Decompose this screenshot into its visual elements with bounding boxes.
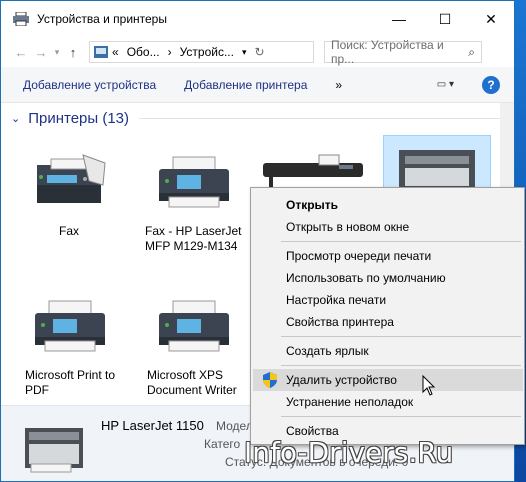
menu-item-create-shortcut[interactable]: Создать ярлык: [253, 340, 523, 362]
search-icon: ⌕: [468, 44, 475, 59]
context-menu: Открыть Открыть в новом окне Просмотр оч…: [250, 187, 525, 445]
add-printer-button[interactable]: Добавление принтера: [184, 78, 307, 92]
search-input[interactable]: Поиск: Устройства и пр... ⌕: [324, 38, 482, 66]
printer-icon: [159, 300, 229, 352]
maximize-button[interactable]: ☐: [422, 1, 468, 37]
watermark-text: Info-Drivers.Ru: [244, 436, 454, 469]
section-divider: [139, 117, 514, 119]
close-button[interactable]: ✕: [468, 1, 514, 37]
menu-item-troubleshoot[interactable]: Устранение неполадок: [253, 391, 523, 413]
details-device-name: HP LaserJet 1150: [101, 418, 204, 433]
printers-section-header[interactable]: ⌄ Принтеры (13): [1, 103, 514, 133]
help-icon[interactable]: ?: [482, 76, 500, 94]
printer-icon: [399, 150, 475, 190]
menu-separator: [281, 365, 521, 366]
device-label: Fax: [58, 224, 79, 238]
fax-machine-icon: [37, 154, 106, 203]
address-box[interactable]: « Обо... › Устройс... ▾ ↻: [89, 41, 314, 63]
minimize-button[interactable]: —: [376, 1, 422, 37]
device-xps-writer[interactable]: Microsoft XPS Document Writer: [139, 289, 247, 398]
menu-separator: [281, 416, 521, 417]
menu-item-remove-device[interactable]: Удалить устройство: [253, 369, 523, 391]
details-category-label: Катего: [204, 437, 241, 451]
search-placeholder: Поиск: Устройства и пр...: [331, 38, 444, 66]
menu-item-view-queue[interactable]: Просмотр очереди печати: [253, 245, 523, 267]
menu-separator: [281, 336, 521, 337]
menu-item-open[interactable]: Открыть: [253, 194, 523, 216]
device-label: Fax - HP LaserJet MFP M129-M134: [145, 224, 242, 253]
uac-shield-icon: [263, 372, 277, 388]
back-arrow-icon[interactable]: ←: [11, 42, 31, 62]
menu-item-printer-properties[interactable]: Свойства принтера: [253, 311, 523, 333]
menu-item-set-default[interactable]: Использовать по умолчанию: [253, 267, 523, 289]
address-dropdown-icon[interactable]: ▾: [242, 47, 247, 58]
device-label: Microsoft Print to PDF: [25, 368, 116, 397]
breadcrumb-segment-2[interactable]: Устройс...: [180, 45, 234, 59]
printer-icon: [35, 300, 105, 352]
title-bar: Устройства и принтеры — ☐ ✕: [1, 1, 514, 37]
printer-icon: [159, 156, 229, 208]
printers-section-title: Принтеры (13): [28, 109, 130, 127]
device-fax[interactable]: Fax: [15, 135, 123, 239]
selected-printer-icon: [25, 428, 83, 473]
device-print-to-pdf[interactable]: Microsoft Print to PDF: [15, 289, 123, 398]
breadcrumb-separator-icon: ›: [167, 45, 172, 59]
printer-app-icon: [13, 12, 29, 26]
window-title: Устройства и принтеры: [37, 12, 167, 26]
recent-chevron-icon[interactable]: ▾: [51, 42, 63, 62]
control-panel-icon: [94, 46, 108, 58]
view-options-icon[interactable]: ▭ ▾: [437, 79, 454, 90]
up-arrow-icon[interactable]: ↑: [63, 42, 83, 62]
refresh-icon[interactable]: ↻: [254, 45, 264, 59]
forward-arrow-icon[interactable]: →: [31, 42, 51, 62]
device-hp-laserjet-selected[interactable]: [383, 135, 491, 191]
menu-separator: [281, 241, 521, 242]
add-device-button[interactable]: Добавление устройства: [23, 78, 156, 92]
mouse-cursor-icon: [422, 375, 436, 396]
address-bar-row: ← → ▾ ↑ « Обо... › Устройс... ▾ ↻ Поиск:…: [1, 37, 514, 67]
more-commands-chevron[interactable]: »: [335, 78, 342, 92]
menu-item-label: Удалить устройство: [286, 373, 397, 387]
plotter-printer-icon: [263, 154, 363, 191]
menu-item-open-new-window[interactable]: Открыть в новом окне: [253, 216, 523, 238]
command-bar: Добавление устройства Добавление принтер…: [1, 67, 514, 103]
device-label: Microsoft XPS Document Writer: [147, 368, 237, 397]
address-overflow-chevron[interactable]: «: [112, 45, 119, 59]
breadcrumb-segment-1[interactable]: Обо...: [127, 45, 160, 59]
collapse-chevron-icon[interactable]: ⌄: [11, 112, 20, 125]
menu-item-print-preferences[interactable]: Настройка печати: [253, 289, 523, 311]
device-fax-hp[interactable]: Fax - HP LaserJet MFP M129-M134: [139, 135, 247, 254]
details-model-label: Модел: [216, 419, 253, 433]
